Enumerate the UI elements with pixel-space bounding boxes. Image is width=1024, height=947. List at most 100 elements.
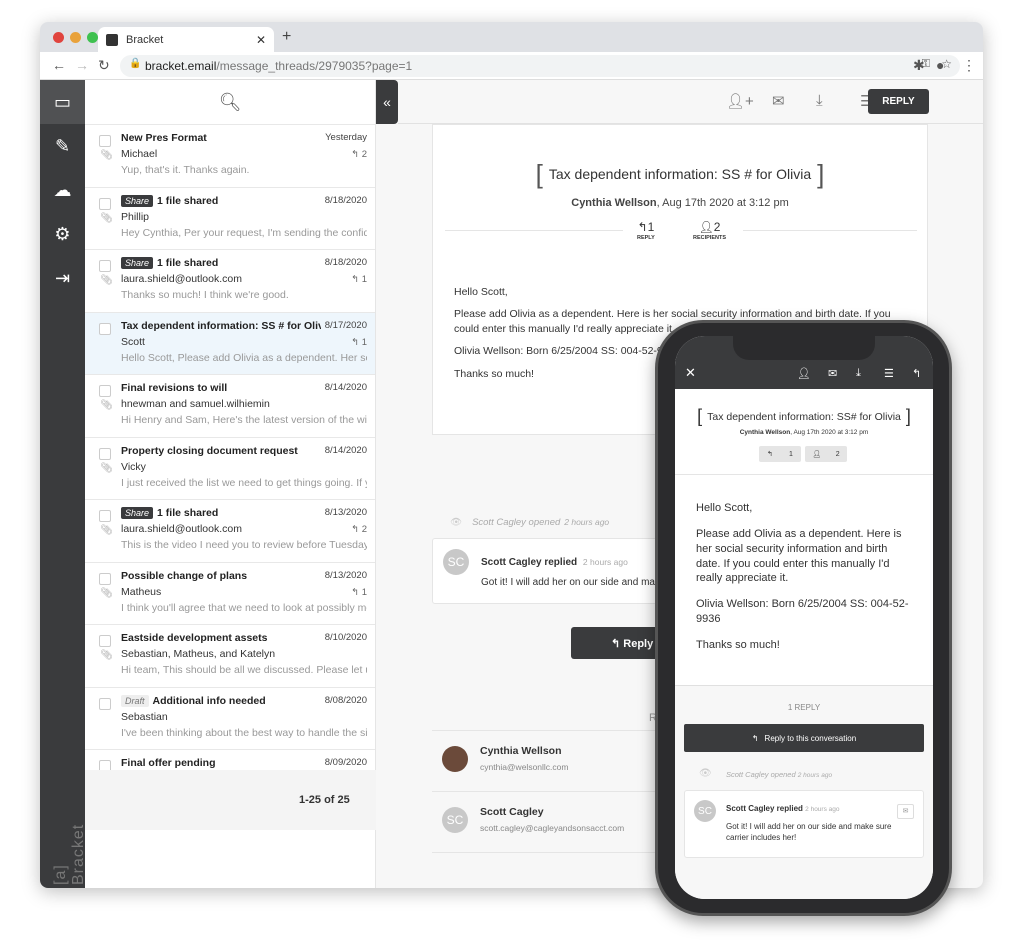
- row-from: Sebastian: [121, 710, 168, 723]
- message-list: 🔍︎ 📎︎ New Pres Format Yesterday ↰ 2 Michael Y…: [85, 80, 376, 888]
- recipient-list: Cynthia Wellson cynthia@welsonllc.com SC…: [432, 730, 692, 853]
- body-paragraph: Please add Olivia as a dependent. Here i…: [696, 527, 902, 585]
- close-window-button[interactable]: [53, 32, 64, 43]
- row-date: Yesterday: [325, 132, 367, 143]
- list-item[interactable]: Draft Additional info needed 8/08/2020 Seba…: [85, 686, 375, 750]
- subject-text: Final offer pending: [121, 757, 216, 769]
- row-from: hnewman and samuel.wilhiemin: [121, 398, 270, 410]
- add-user-icon[interactable]: 👤︎: [797, 367, 811, 380]
- reply-button-label: Reply: [623, 638, 654, 650]
- paperclip-icon: 📎︎: [100, 587, 113, 599]
- inbox-icon[interactable]: ▭: [40, 80, 85, 124]
- reply-button-label: Reply to this conversation: [764, 733, 857, 743]
- row-preview: Hello Scott, Please add Olivia as a depe…: [121, 351, 367, 364]
- paperclip-icon: 📎︎: [100, 150, 113, 161]
- envelope-icon[interactable]: ✉: [897, 804, 914, 819]
- row-checkbox[interactable]: [99, 260, 111, 272]
- row-checkbox[interactable]: [99, 447, 111, 460]
- row-checkbox[interactable]: [99, 135, 111, 147]
- row-checkbox[interactable]: [99, 572, 111, 585]
- row-checkbox[interactable]: [99, 697, 111, 710]
- avatar: SC: [694, 800, 716, 822]
- list-item[interactable]: 📎︎ Property closing document request 8/14/…: [85, 436, 375, 500]
- reply-icon: ↰: [351, 149, 362, 160]
- back-icon[interactable]: ←: [52, 57, 66, 73]
- pagination: 1-25 of 25: [85, 770, 376, 830]
- reply-count-label: REPLY: [637, 235, 655, 241]
- row-reply-count: ↰ 1: [351, 274, 367, 285]
- list-item[interactable]: 📎︎ Final revisions to will 8/14/2020 hnewma…: [85, 374, 375, 437]
- row-checkbox[interactable]: [99, 322, 111, 335]
- phone-message-title: [Tax dependent information: SS# for Oliv…: [697, 406, 911, 426]
- avatar: SC: [443, 549, 469, 575]
- row-reply-count: ↰ 1: [351, 337, 367, 348]
- list-item[interactable]: Tax dependent information: SS # for Oliv…: [85, 311, 375, 374]
- reply-button[interactable]: REPLY: [868, 89, 929, 114]
- add-user-icon[interactable]: 👤︎+: [726, 92, 754, 110]
- maximize-window-button[interactable]: [87, 32, 98, 43]
- logout-icon[interactable]: ⇥: [40, 256, 85, 300]
- list-item[interactable]: 📎︎ Share 1 file shared 8/18/2020 ↰ 1 laura.sh…: [85, 249, 375, 312]
- compose-icon[interactable]: ✎: [40, 124, 85, 168]
- row-preview: I just received the list we need to get …: [121, 476, 367, 489]
- row-checkbox[interactable]: [99, 510, 111, 522]
- row-subject: Share 1 file shared: [121, 194, 311, 207]
- list-item[interactable]: 📎︎ Share 1 file shared 8/18/2020 Phillip Hey …: [85, 186, 375, 250]
- list-item[interactable]: 📎︎ Share 1 file shared 8/13/2020 ↰ 2 laura.sh…: [85, 499, 375, 562]
- reply-count-value: 2: [361, 149, 367, 160]
- tab-bar: Bracket ✕ +: [40, 22, 983, 52]
- download-icon[interactable]: ⤓: [816, 92, 823, 109]
- row-preview: Hi team, This should be all we discussed…: [121, 664, 367, 676]
- envelope-icon[interactable]: ✉: [772, 92, 785, 110]
- reply-name: Scott Cagley replied: [726, 804, 803, 813]
- close-tab-icon[interactable]: ✕: [256, 33, 266, 47]
- profile-icon[interactable]: ●: [936, 57, 944, 73]
- row-checkbox[interactable]: [99, 385, 111, 397]
- reply-icon[interactable]: ↰: [912, 367, 921, 380]
- row-checkbox[interactable]: [99, 635, 111, 647]
- settings-icon[interactable]: ⚙: [40, 212, 85, 256]
- url-field[interactable]: 🔒 bracket.email/message_threads/2979035?…: [120, 55, 960, 77]
- forward-icon[interactable]: →: [75, 57, 89, 73]
- url-host: bracket.email: [145, 59, 217, 73]
- divider: [432, 852, 692, 853]
- reply-count-chip[interactable]: ↰ 1: [759, 446, 801, 462]
- brand-logo: [a] Bracket: [52, 823, 87, 885]
- browser-tab[interactable]: Bracket ✕: [98, 27, 274, 52]
- favicon-icon: [106, 33, 118, 46]
- upload-icon[interactable]: ☁: [40, 168, 85, 212]
- paperclip-icon: 📎︎: [100, 275, 113, 286]
- row-preview: I think you'll agree that we need to loo…: [121, 601, 367, 614]
- extensions-icon[interactable]: ✱: [913, 57, 925, 74]
- list-item[interactable]: 📎︎ Possible change of plans 8/13/2020 ↰ 1 Ma…: [85, 561, 375, 625]
- row-checkbox[interactable]: [99, 197, 111, 210]
- envelope-icon[interactable]: ✉: [828, 367, 837, 380]
- user-icon: 👤︎: [812, 451, 822, 458]
- menu-icon[interactable]: ⋮: [962, 57, 976, 74]
- reload-icon[interactable]: ↻: [98, 57, 110, 74]
- row-from: Matheus: [121, 585, 162, 598]
- list-item[interactable]: 📎︎ New Pres Format Yesterday ↰ 2 Michael Yup,…: [85, 124, 375, 187]
- recipient-count-chip[interactable]: 👤︎ 2: [805, 446, 847, 462]
- download-icon[interactable]: ⤓: [856, 367, 861, 380]
- tab-title: Bracket: [126, 33, 164, 46]
- recipient-count-value: 2: [835, 450, 840, 458]
- reply-count[interactable]: ↰1 REPLY: [637, 220, 655, 241]
- reply-to-conversation-button[interactable]: ↰ Reply to this conversation: [684, 724, 924, 752]
- reply-header: Scott Cagley replied 2 hours ago: [481, 557, 628, 568]
- search-button[interactable]: 🔍︎: [85, 80, 375, 124]
- reply-text: Got it! I will add her on our side and m…: [726, 822, 892, 843]
- minimize-window-button[interactable]: [70, 32, 81, 43]
- row-date: 8/08/2020: [324, 694, 367, 706]
- row-from: Michael: [121, 148, 158, 160]
- subject-text: New Pres Format: [121, 132, 207, 144]
- paperclip-icon: 📎︎: [100, 650, 113, 661]
- reply-count-value: 1: [361, 274, 367, 285]
- collapse-list-button[interactable]: «: [376, 80, 398, 124]
- list-item[interactable]: 📎︎ Eastside development assets 8/10/2020 Se…: [85, 624, 375, 687]
- close-icon[interactable]: ✕: [685, 365, 696, 381]
- recipient-count[interactable]: 👤︎2 RECIPIENTS: [693, 220, 726, 241]
- new-tab-button[interactable]: +: [282, 28, 291, 46]
- sliders-icon[interactable]: ☰: [884, 367, 894, 380]
- phone-notch: [733, 336, 875, 360]
